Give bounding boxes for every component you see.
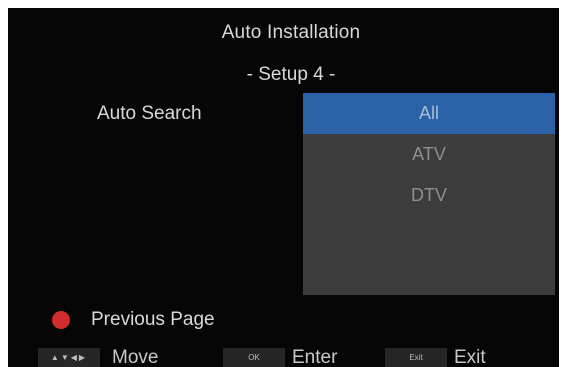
move-hint-label: Move [112,347,159,367]
page-title: Auto Installation [221,22,361,43]
dropdown-option-atv[interactable]: ATV [303,134,555,175]
previous-page-label: Previous Page [91,309,215,330]
tv-screen: Auto Installation - Setup 4 - Auto Searc… [8,8,559,367]
exit-key-icon: Exit [385,348,447,367]
previous-page-button[interactable]: Previous Page [52,308,215,332]
dropdown-option-all[interactable]: All [303,93,555,134]
footer-hints: ▲▼◀▶ Move OK Enter Exit Exit [8,346,559,367]
exit-hint-label: Exit [454,347,486,367]
dropdown-option-dtv[interactable]: DTV [303,175,555,216]
auto-search-dropdown[interactable]: All ATV DTV [303,93,555,295]
arrow-keys-icon: ▲▼◀▶ [38,348,100,367]
ok-key-icon: OK [223,348,285,367]
red-button-icon [52,311,70,329]
page-subtitle: - Setup 4 - [246,64,336,85]
auto-search-label: Auto Search [97,103,202,124]
enter-hint-label: Enter [292,347,338,367]
